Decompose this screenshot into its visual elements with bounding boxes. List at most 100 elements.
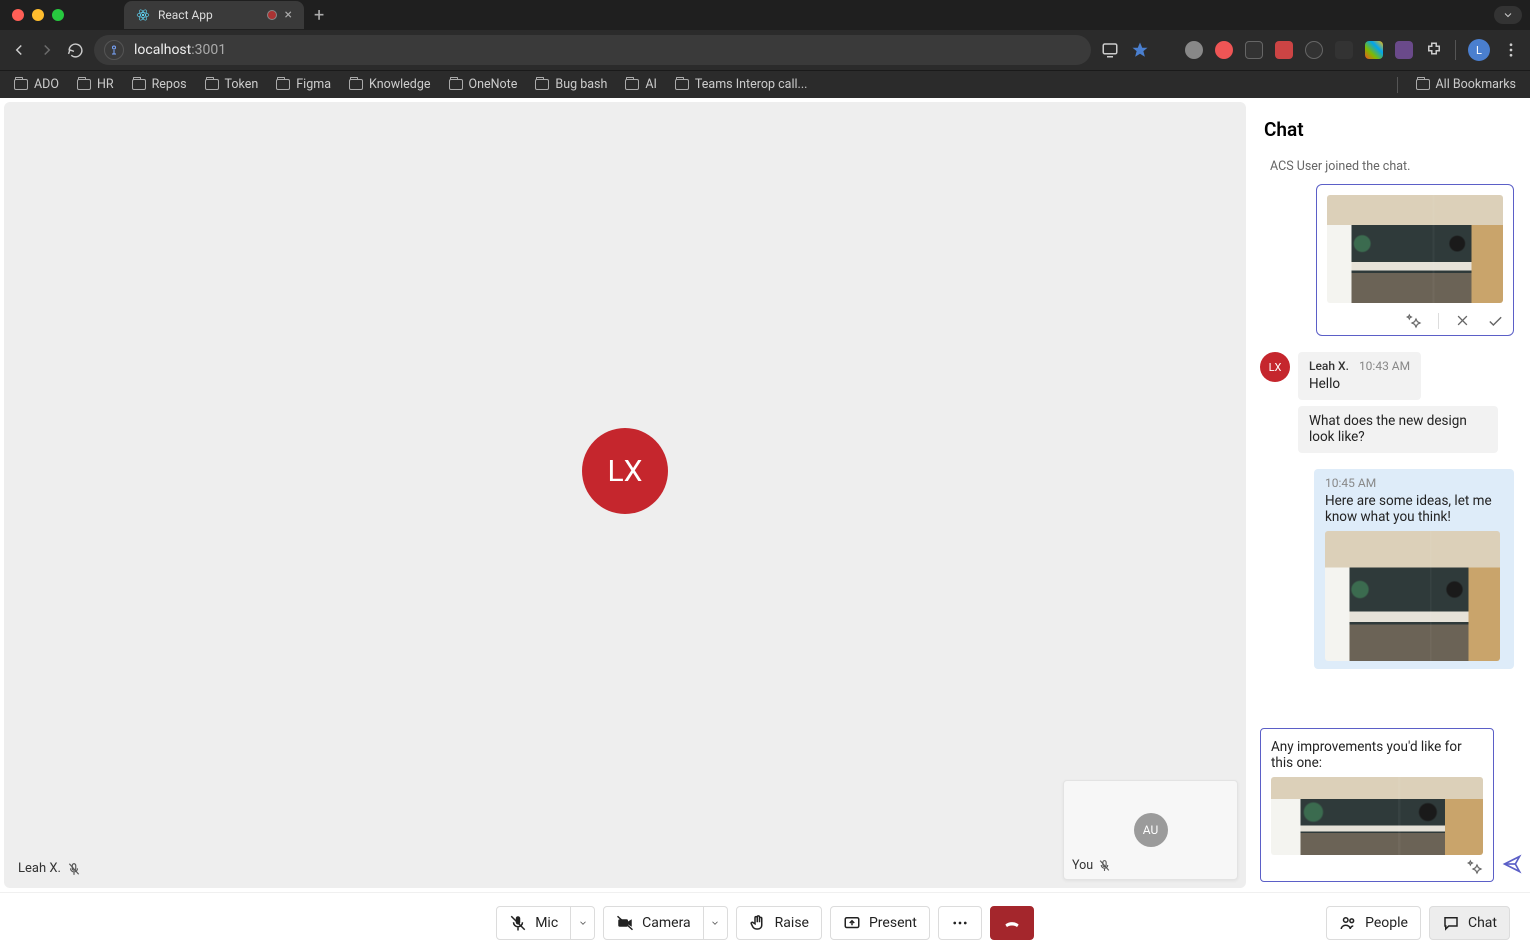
bookmark-folder[interactable]: Teams Interop call...: [675, 77, 808, 92]
folder-icon: [449, 79, 463, 90]
camera-button[interactable]: Camera: [603, 906, 704, 940]
react-favicon-icon: [136, 8, 150, 22]
extension-icon[interactable]: [1215, 41, 1233, 59]
remote-participant-label: Leah X.: [18, 861, 81, 876]
browser-tab[interactable]: React App ×: [124, 1, 304, 29]
people-icon: [1339, 914, 1357, 932]
compose-area: Any improvements you'd like for this one…: [1260, 728, 1518, 882]
browser-chrome: React App × + localhost:3001: [0, 0, 1530, 98]
raise-hand-button[interactable]: Raise: [736, 906, 822, 940]
profile-avatar[interactable]: L: [1468, 39, 1490, 61]
chat-toggle-button[interactable]: Chat: [1429, 906, 1510, 940]
message-bubble[interactable]: Leah X. 10:43 AM Hello: [1298, 352, 1421, 400]
chat-message: What does the new design look like?: [1260, 406, 1514, 453]
folder-icon: [132, 79, 146, 90]
new-tab-button[interactable]: +: [314, 5, 324, 26]
attached-image[interactable]: [1327, 195, 1503, 303]
message-time: 10:43 AM: [1359, 359, 1410, 373]
minimize-window-icon[interactable]: [32, 9, 44, 21]
self-video-tile[interactable]: AU You: [1063, 780, 1238, 880]
message-author: Leah X.: [1309, 359, 1349, 373]
more-options-button[interactable]: [938, 906, 982, 940]
extension-icon[interactable]: [1335, 41, 1353, 59]
bookmark-folder[interactable]: Figma: [276, 77, 331, 92]
bookmarks-bar: ADO HR Repos Token Figma Knowledge OneNo…: [0, 70, 1530, 98]
send-button[interactable]: [1502, 854, 1522, 882]
bookmark-folder[interactable]: AI: [625, 77, 657, 92]
bookmark-folder[interactable]: Bug bash: [535, 77, 607, 92]
bookmark-star-icon[interactable]: [1131, 41, 1149, 59]
sparkle-icon[interactable]: [1406, 313, 1422, 329]
extension-icon[interactable]: [1185, 41, 1203, 59]
call-controls: Mic Camera Raise: [0, 892, 1530, 952]
share-screen-icon: [843, 914, 861, 932]
message-bubble[interactable]: 10:45 AM Here are some ideas, let me kno…: [1314, 469, 1514, 669]
address-bar: localhost:3001 L: [0, 30, 1530, 70]
message-body: What does the new design look like?: [1309, 413, 1487, 445]
message-time: 10:45 AM: [1325, 476, 1376, 490]
mic-options-button[interactable]: [571, 906, 595, 940]
bookmark-folder[interactable]: Token: [205, 77, 259, 92]
bookmark-folder[interactable]: Knowledge: [349, 77, 431, 92]
message-body: Here are some ideas, let me know what yo…: [1325, 493, 1503, 525]
chat-icon: [1442, 914, 1460, 932]
folder-icon: [205, 79, 219, 90]
close-window-icon[interactable]: [12, 9, 24, 21]
chat-scroll[interactable]: ACS User joined the chat.: [1258, 155, 1520, 720]
site-info-icon[interactable]: [104, 40, 124, 60]
bookmark-folder[interactable]: HR: [77, 77, 114, 92]
extension-icon[interactable]: [1305, 41, 1323, 59]
message-avatar: LX: [1260, 352, 1290, 382]
folder-icon: [535, 79, 549, 90]
folder-icon: [1416, 79, 1430, 90]
kebab-menu-icon[interactable]: [1502, 41, 1520, 59]
chat-message: LX Leah X. 10:43 AM Hello: [1260, 352, 1514, 400]
compose-box[interactable]: Any improvements you'd like for this one…: [1260, 728, 1494, 882]
bookmark-folder[interactable]: ADO: [14, 77, 59, 92]
folder-icon: [14, 79, 28, 90]
hand-icon: [749, 914, 767, 932]
bookmark-folder[interactable]: Repos: [132, 77, 187, 92]
mic-button[interactable]: Mic: [496, 906, 571, 940]
present-button[interactable]: Present: [830, 906, 930, 940]
people-button[interactable]: People: [1326, 906, 1421, 940]
reject-icon[interactable]: [1455, 313, 1471, 329]
cast-icon[interactable]: [1101, 41, 1119, 59]
mic-muted-icon: [67, 862, 81, 876]
close-tab-icon[interactable]: ×: [285, 7, 292, 23]
message-bubble[interactable]: What does the new design look like?: [1298, 406, 1498, 453]
extensions-menu-icon[interactable]: [1425, 41, 1443, 59]
image-upload-card[interactable]: [1316, 184, 1514, 336]
compose-attached-image[interactable]: [1271, 777, 1483, 855]
compose-text[interactable]: Any improvements you'd like for this one…: [1271, 739, 1483, 771]
hangup-button[interactable]: [990, 906, 1034, 940]
folder-icon: [349, 79, 363, 90]
forward-button[interactable]: [38, 41, 56, 59]
sparkle-icon[interactable]: [1467, 859, 1483, 875]
folder-icon: [675, 79, 689, 90]
window-controls[interactable]: [8, 9, 64, 21]
remote-participant-avatar: LX: [582, 428, 668, 514]
extension-icon[interactable]: [1365, 41, 1383, 59]
reload-button[interactable]: [66, 41, 84, 59]
tab-overflow-button[interactable]: [1494, 6, 1522, 24]
system-message: ACS User joined the chat.: [1260, 155, 1514, 184]
folder-icon: [77, 79, 91, 90]
extension-icon[interactable]: [1395, 41, 1413, 59]
camera-options-button[interactable]: [704, 906, 728, 940]
bookmark-folder[interactable]: OneNote: [449, 77, 518, 92]
folder-icon: [625, 79, 639, 90]
recording-indicator-icon: [267, 10, 277, 20]
url-text: localhost:3001: [134, 42, 226, 58]
attached-image[interactable]: [1325, 531, 1500, 661]
accept-icon[interactable]: [1487, 313, 1503, 329]
call-app: LX Leah X. AU You Chat ACS: [0, 98, 1530, 952]
mic-off-icon: [509, 914, 527, 932]
all-bookmarks-button[interactable]: All Bookmarks: [1416, 77, 1517, 92]
fullscreen-window-icon[interactable]: [52, 9, 64, 21]
extension-icon[interactable]: [1275, 41, 1293, 59]
folder-icon: [276, 79, 290, 90]
back-button[interactable]: [10, 41, 28, 59]
extension-icon[interactable]: [1245, 41, 1263, 59]
url-input[interactable]: localhost:3001: [94, 35, 1091, 65]
